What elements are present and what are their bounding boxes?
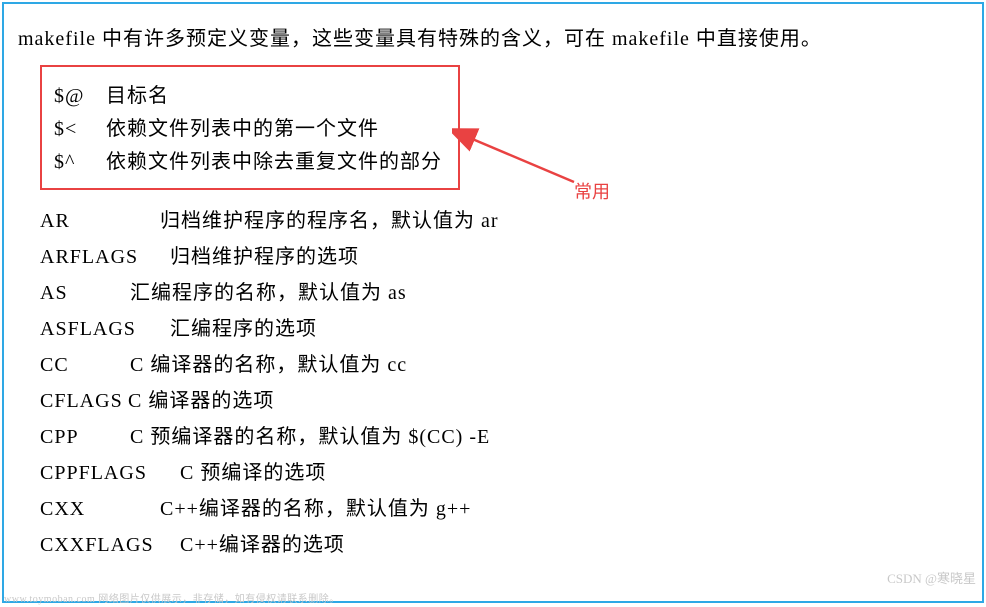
definition-row: CXXFLAGS C++编译器的选项 [40,528,968,557]
definition-row: ASFLAGS 汇编程序的选项 [40,312,968,341]
var-symbol: $< [54,118,106,141]
def-name: CXXFLAGS [40,534,180,557]
var-symbol: $@ [54,85,106,108]
definition-row: CPPFLAGS C 预编译的选项 [40,456,968,485]
arrow-label: 常用 [574,178,610,204]
def-desc: C 预编译器的名称，默认值为 $(CC) -E [130,420,490,449]
definition-row: AS 汇编程序的名称，默认值为 as [40,276,968,305]
boxed-row: $^ 依赖文件列表中除去重复文件的部分 [54,145,446,174]
definition-row: ARFLAGS 归档维护程序的选项 [40,240,968,269]
var-desc: 依赖文件列表中的第一个文件 [106,112,379,141]
definition-row: CPP C 预编译器的名称，默认值为 $(CC) -E [40,420,968,449]
definition-row: CC C 编译器的名称，默认值为 cc [40,348,968,377]
arrow-annotation: 常用 [452,126,632,226]
def-desc: C 编译器的选项 [128,384,274,413]
def-desc: C++编译器的选项 [180,528,345,557]
var-desc: 依赖文件列表中除去重复文件的部分 [106,145,442,174]
intro-text: makefile 中有许多预定义变量，这些变量具有特殊的含义，可在 makefi… [18,22,968,51]
def-name: CC [40,354,130,377]
boxed-row: $< 依赖文件列表中的第一个文件 [54,112,446,141]
def-name: CXX [40,498,160,521]
var-symbol: $^ [54,151,106,174]
def-desc: C++编译器的名称，默认值为 g++ [160,492,471,521]
watermark-right: CSDN @寒晓星 [887,568,976,587]
def-desc: 汇编程序的名称，默认值为 as [130,276,407,305]
def-desc: 汇编程序的选项 [170,312,317,341]
def-name: CPP [40,426,130,449]
def-name: ASFLAGS [40,318,170,341]
def-name: AR [40,210,160,233]
def-name: CFLAGS [40,390,128,413]
document-container: makefile 中有许多预定义变量，这些变量具有特殊的含义，可在 makefi… [2,2,984,603]
def-name: ARFLAGS [40,246,170,269]
def-desc: 归档维护程序的选项 [170,240,359,269]
def-name: CPPFLAGS [40,462,180,485]
def-name: AS [40,282,130,305]
def-desc: C 预编译的选项 [180,456,326,485]
def-desc: C 编译器的名称，默认值为 cc [130,348,407,377]
definition-row: CXX C++编译器的名称，默认值为 g++ [40,492,968,521]
common-vars-box: $@ 目标名 $< 依赖文件列表中的第一个文件 $^ 依赖文件列表中除去重复文件… [40,65,460,190]
def-desc: 归档维护程序的程序名，默认值为 ar [160,204,499,233]
arrow-icon [452,126,632,226]
definitions-list: AR 归档维护程序的程序名，默认值为 ar ARFLAGS 归档维护程序的选项 … [40,204,968,557]
watermark-left: www.toymoban.com 网络图片仅供展示，非存储，如有侵权请联系删除。 [4,590,340,605]
definition-row: CFLAGS C 编译器的选项 [40,384,968,413]
boxed-row: $@ 目标名 [54,79,446,108]
var-desc: 目标名 [106,79,169,108]
